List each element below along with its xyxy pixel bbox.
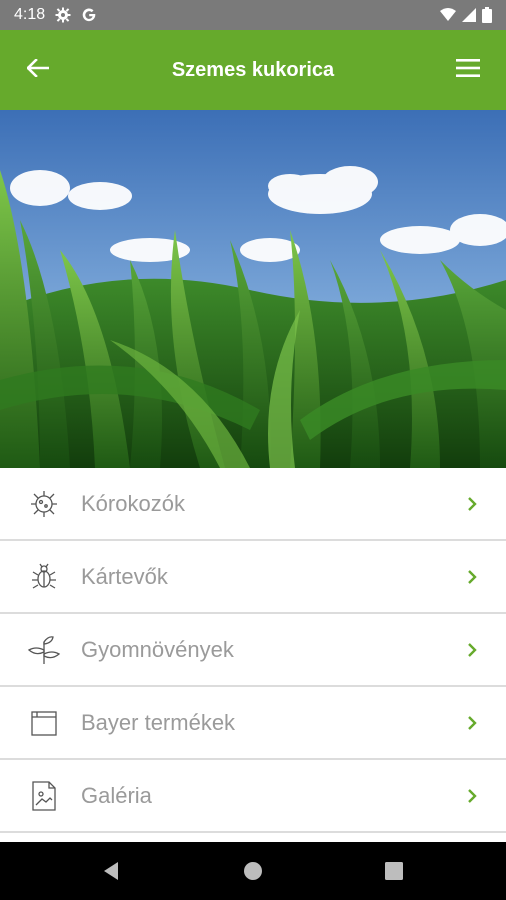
plant-sprout-icon [24,630,64,670]
arrow-left-icon [26,57,50,82]
menu-button[interactable] [452,54,484,86]
page-title: Szemes kukorica [171,58,335,81]
bug-icon [24,557,64,597]
menu-item-bayer-termekek[interactable]: Bayer termékek [0,687,506,760]
hero-image [0,110,506,468]
signal-icon [462,8,476,22]
category-menu: Kórokozók Kártevők Gyomnövények Bayer te… [0,468,506,833]
chevron-right-icon [464,567,480,587]
menu-item-label: Galéria [81,782,152,808]
gallery-image-icon [24,776,64,816]
home-circle-icon[interactable] [242,860,264,882]
product-box-icon [24,703,64,743]
menu-item-galeria[interactable]: Galéria [0,760,506,833]
menu-item-label: Kórokozók [81,490,185,516]
app-bar: Szemes kukorica [0,30,506,110]
chevron-right-icon [464,494,480,514]
wifi-icon [440,8,456,22]
chevron-right-icon [464,786,480,806]
hamburger-menu-icon [456,58,480,82]
chevron-right-icon [464,713,480,733]
menu-item-label: Kártevők [81,563,168,589]
status-bar: 4:18 [0,0,506,30]
menu-item-korokozok[interactable]: Kórokozók [0,468,506,541]
settings-icon [55,7,71,23]
menu-item-gyomnovenyek[interactable]: Gyomnövények [0,614,506,687]
status-time: 4:18 [14,6,46,23]
google-icon [81,7,97,23]
recents-square-icon[interactable] [383,860,405,882]
pathogen-icon [24,484,64,524]
menu-item-kartevok[interactable]: Kártevők [0,541,506,614]
menu-item-label: Gyomnövények [81,636,234,662]
back-triangle-icon[interactable] [100,860,122,882]
menu-item-label: Bayer termékek [81,709,236,735]
back-button[interactable] [22,54,54,86]
battery-icon [482,7,492,23]
chevron-right-icon [464,640,480,660]
system-nav-bar [0,842,506,900]
